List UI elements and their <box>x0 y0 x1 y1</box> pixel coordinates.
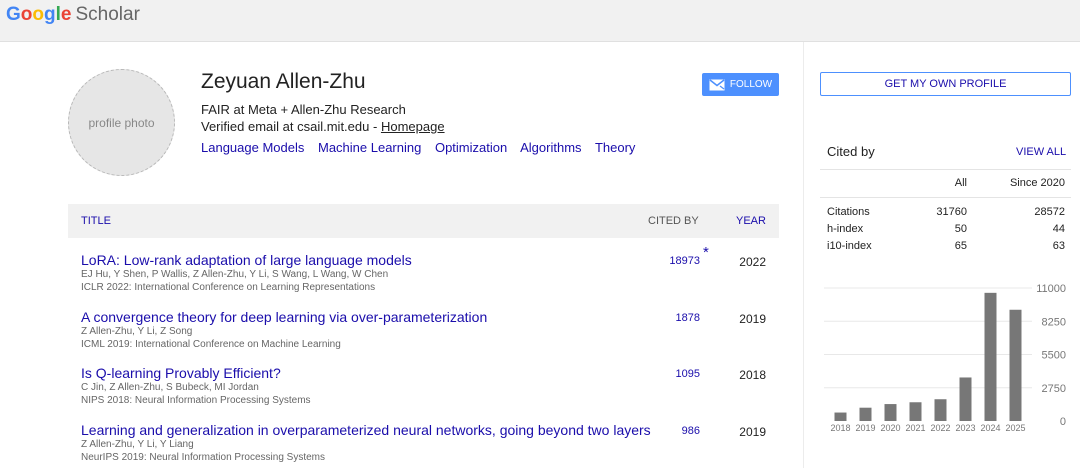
chart-bar[interactable] <box>934 399 947 421</box>
col-all: All <box>954 177 967 189</box>
chart-bar[interactable] <box>834 412 847 421</box>
y-tick-label: 8250 <box>1042 316 1066 328</box>
x-tick-label: 2020 <box>880 423 900 433</box>
profile-verified-email: Verified email at csail.mit.edu - Homepa… <box>201 119 445 134</box>
paper-year: 2018 <box>739 368 766 382</box>
homepage-link[interactable]: Homepage <box>381 119 445 134</box>
x-tick-label: 2018 <box>830 423 850 433</box>
metric-all: 31760 <box>936 206 967 218</box>
paper-year: 2022 <box>739 255 766 269</box>
col-since: Since 2020 <box>1009 177 1065 189</box>
interest-link[interactable]: Optimization <box>435 140 507 155</box>
paper-venue: ICML 2019: International Conference on M… <box>81 339 341 350</box>
column-divider <box>803 42 804 468</box>
metric-all: 50 <box>954 223 967 235</box>
chart-bar[interactable] <box>884 404 897 421</box>
paper-title-link[interactable]: A convergence theory for deep learning v… <box>81 309 487 325</box>
divider <box>820 197 1071 198</box>
metric-all: 65 <box>954 240 967 252</box>
sort-by-cited[interactable]: CITED BY <box>648 215 699 227</box>
publications-table-header: TITLE CITED BY YEAR <box>68 204 779 238</box>
logo-letter: G <box>6 4 21 25</box>
table-row: LoRA: Low-rank adaptation of large langu… <box>68 244 779 306</box>
chart-bar[interactable] <box>984 292 997 421</box>
paper-year: 2019 <box>739 425 766 439</box>
cited-by-link[interactable]: 1095 <box>652 368 700 380</box>
top-bar: Google Scholar <box>0 0 1080 42</box>
verified-email-text: Verified email at csail.mit.edu <box>201 119 370 134</box>
logo-letter: o <box>20 4 33 25</box>
x-tick-label: 2023 <box>955 423 975 433</box>
paper-year: 2019 <box>739 312 766 326</box>
y-tick-label: 2750 <box>1042 383 1066 395</box>
scholar-wordmark: Scholar <box>75 4 140 25</box>
logo-letter: g <box>44 4 56 25</box>
divider <box>820 169 1071 170</box>
cited-by-link[interactable]: 18973 <box>652 255 700 267</box>
table-row: Is Q-learning Provably Efficient? C Jin,… <box>68 365 779 419</box>
google-wordmark: Google <box>6 4 71 25</box>
metric-since: 28572 <box>1034 206 1065 218</box>
cited-by-heading: Cited by <box>827 144 875 159</box>
x-tick-label: 2025 <box>1005 423 1025 433</box>
citations-per-year-chart: 0 2750 5500 8250 11000 2018 2019 2020 2021 2022 20… <box>824 283 1066 433</box>
avatar: profile photo <box>68 69 175 176</box>
separator: - <box>372 119 378 134</box>
view-all-link[interactable]: VIEW ALL <box>1016 146 1066 158</box>
paper-title-link[interactable]: Is Q-learning Provably Efficient? <box>81 365 281 381</box>
y-tick-label: 5500 <box>1042 350 1066 362</box>
table-row: A convergence theory for deep learning v… <box>68 309 779 363</box>
metric-label[interactable]: h-index <box>827 223 863 235</box>
mail-icon <box>709 78 725 90</box>
y-tick-label: 11000 <box>1036 283 1066 295</box>
sort-by-title[interactable]: TITLE <box>81 215 111 227</box>
profile-name: Zeyuan Allen-Zhu <box>201 70 366 93</box>
metric-since: 44 <box>1052 223 1065 235</box>
cited-by-link[interactable]: 1878 <box>652 312 700 324</box>
paper-venue: ICLR 2022: International Conference on L… <box>81 282 376 293</box>
get-my-own-profile-button[interactable]: GET MY OWN PROFILE <box>820 72 1071 96</box>
paper-authors: Z Allen-Zhu, Y Li, Z Song <box>81 326 193 337</box>
interest-link[interactable]: Language Models <box>201 140 304 155</box>
interest-link[interactable]: Machine Learning <box>318 140 421 155</box>
interest-link[interactable]: Theory <box>595 140 635 155</box>
interest-link[interactable]: Algorithms <box>520 140 581 155</box>
research-interests: Language Models Machine Learning Optimiz… <box>201 140 645 155</box>
profile-affiliation: FAIR at Meta + Allen-Zhu Research <box>201 102 406 117</box>
chart-bar[interactable] <box>859 407 872 421</box>
metric-label[interactable]: Citations <box>827 206 870 218</box>
chart-bar[interactable] <box>1009 309 1022 421</box>
paper-venue: NeurIPS 2019: Neural Information Process… <box>81 452 325 463</box>
follow-label: FOLLOW <box>729 79 773 90</box>
x-tick-label: 2022 <box>930 423 950 433</box>
merged-citations-star[interactable]: * <box>703 244 709 261</box>
paper-authors: Z Allen-Zhu, Y Li, Y Liang <box>81 439 194 450</box>
metric-since: 63 <box>1052 240 1065 252</box>
paper-venue: NIPS 2018: Neural Information Processing… <box>81 395 311 406</box>
paper-title-link[interactable]: Learning and generalization in overparam… <box>81 422 651 438</box>
google-scholar-logo[interactable]: Google Scholar <box>6 4 140 26</box>
y-tick-label: 0 <box>1060 416 1066 428</box>
logo-letter: o <box>32 4 44 25</box>
chart-bar[interactable] <box>959 377 972 421</box>
follow-button[interactable]: FOLLOW <box>702 73 779 96</box>
chart-bar[interactable] <box>909 402 922 421</box>
x-tick-label: 2019 <box>855 423 875 433</box>
paper-authors: EJ Hu, Y Shen, P Wallis, Z Allen-Zhu, Y … <box>81 269 389 280</box>
cited-by-link[interactable]: 986 <box>652 425 700 437</box>
x-tick-label: 2021 <box>905 423 925 433</box>
x-tick-label: 2024 <box>980 423 1000 433</box>
avatar-placeholder-label: profile photo <box>88 115 155 130</box>
logo-letter: e <box>60 4 72 25</box>
metric-label[interactable]: i10-index <box>827 240 872 252</box>
sort-by-year[interactable]: YEAR <box>736 215 766 227</box>
paper-title-link[interactable]: LoRA: Low-rank adaptation of large langu… <box>81 252 412 268</box>
paper-authors: C Jin, Z Allen-Zhu, S Bubeck, MI Jordan <box>81 382 259 393</box>
